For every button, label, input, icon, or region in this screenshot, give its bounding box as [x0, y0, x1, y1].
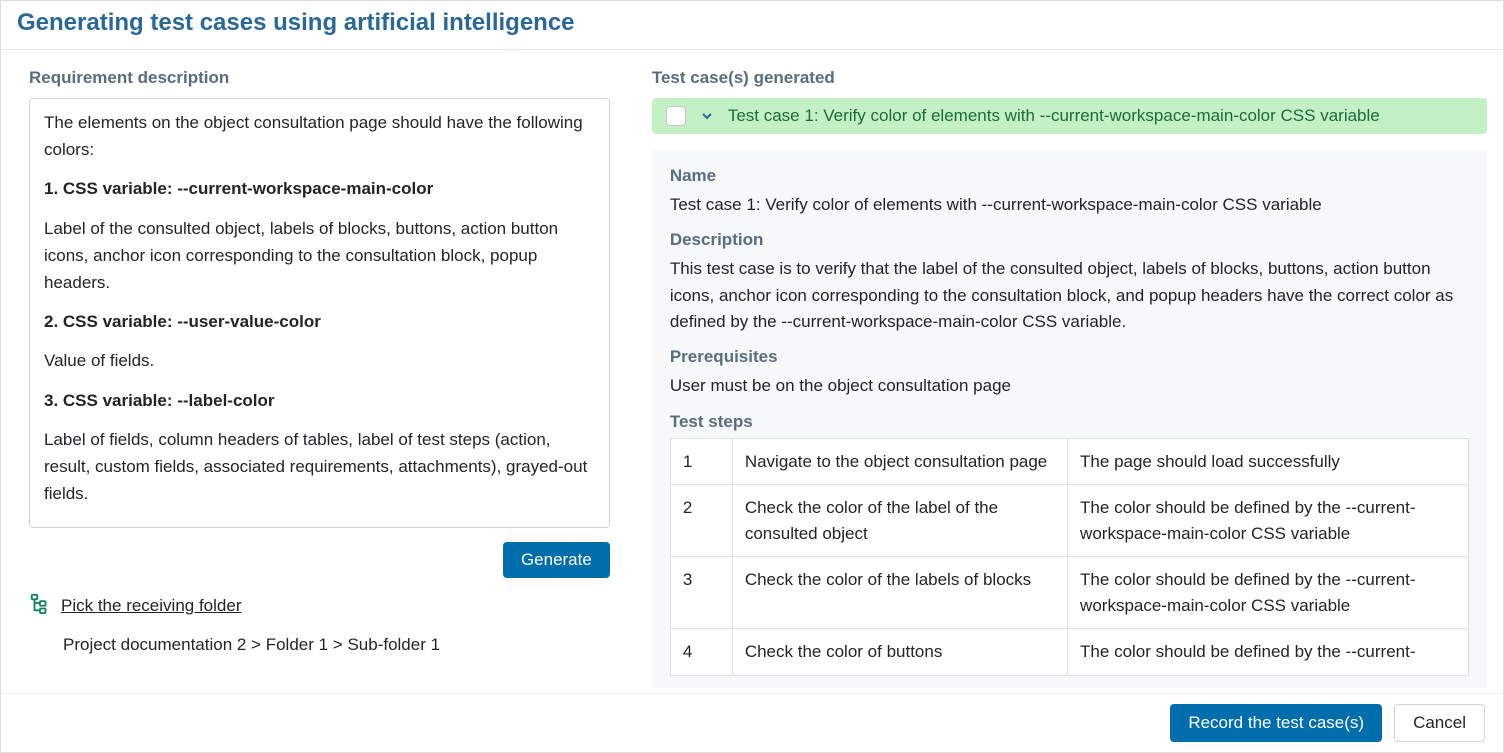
record-test-cases-button[interactable]: Record the test case(s): [1170, 704, 1382, 742]
tc-description-label: Description: [670, 230, 1469, 250]
step-number: 3: [670, 557, 732, 629]
left-column: Requirement description The elements on …: [1, 50, 632, 693]
table-row: 3Check the color of the labels of blocks…: [670, 557, 1468, 629]
step-action: Navigate to the object consultation page: [732, 438, 1067, 485]
dialog-title: Generating test cases using artificial i…: [17, 9, 1487, 37]
folder-section: Pick the receiving folder Project docume…: [29, 592, 610, 655]
tc-prerequisites-value: User must be on the object consultation …: [670, 373, 1469, 399]
requirement-description-textarea[interactable]: The elements on the object consultation …: [29, 98, 610, 528]
test-case-header-title: Test case 1: Verify color of elements wi…: [728, 106, 1380, 126]
req-item1-body: Label of the consulted object, labels of…: [44, 215, 595, 297]
generate-button[interactable]: Generate: [503, 542, 610, 578]
step-number: 2: [670, 485, 732, 557]
step-expected: The color should be defined by the --cur…: [1068, 629, 1469, 676]
step-action: Check the color of the label of the cons…: [732, 485, 1067, 557]
test-steps-table: 1Navigate to the object consultation pag…: [670, 438, 1469, 676]
step-number: 4: [670, 629, 732, 676]
ai-test-case-dialog: Generating test cases using artificial i…: [0, 0, 1504, 753]
req-item2-title: 2. CSS variable: --user-value-color: [44, 312, 321, 331]
tc-test-steps-label: Test steps: [670, 412, 1469, 432]
tc-name-value: Test case 1: Verify color of elements wi…: [670, 192, 1469, 218]
req-item1-title: 1. CSS variable: --current-workspace-mai…: [44, 179, 433, 198]
right-column: Test case(s) generated Test case 1: Veri…: [632, 50, 1503, 693]
tc-prerequisites-label: Prerequisites: [670, 347, 1469, 367]
req-intro-text: The elements on the object consultation …: [44, 109, 595, 163]
step-expected: The page should load successfully: [1068, 438, 1469, 485]
table-row: 4Check the color of buttonsThe color sho…: [670, 629, 1468, 676]
folder-path-breadcrumb: Project documentation 2 > Folder 1 > Sub…: [63, 635, 610, 655]
step-action: Check the color of the labels of blocks: [732, 557, 1067, 629]
requirement-description-label: Requirement description: [29, 68, 610, 88]
step-expected: The color should be defined by the --cur…: [1068, 485, 1469, 557]
step-action: Check the color of buttons: [732, 629, 1067, 676]
table-row: 1Navigate to the object consultation pag…: [670, 438, 1468, 485]
test-case-header[interactable]: Test case 1: Verify color of elements wi…: [652, 98, 1487, 134]
dialog-footer: Record the test case(s) Cancel: [1, 693, 1503, 752]
dialog-header: Generating test cases using artificial i…: [1, 1, 1503, 50]
test-cases-generated-label: Test case(s) generated: [652, 68, 1487, 88]
collapse-icon[interactable]: [698, 107, 716, 125]
step-expected: The color should be defined by the --cur…: [1068, 557, 1469, 629]
req-item2-body: Value of fields.: [44, 347, 595, 374]
pick-receiving-folder-link[interactable]: Pick the receiving folder: [61, 596, 241, 616]
req-item3-body: Label of fields, column headers of table…: [44, 426, 595, 508]
test-case-detail-panel: Name Test case 1: Verify color of elemen…: [652, 150, 1487, 688]
folder-link-row: Pick the receiving folder: [29, 592, 610, 619]
dialog-body: Requirement description The elements on …: [1, 50, 1503, 693]
test-case-checkbox[interactable]: [666, 106, 686, 126]
table-row: 2Check the color of the label of the con…: [670, 485, 1468, 557]
folder-tree-icon: [29, 592, 51, 619]
step-number: 1: [670, 438, 732, 485]
tc-name-label: Name: [670, 166, 1469, 186]
req-item3-title: 3. CSS variable: --label-color: [44, 391, 275, 410]
generate-row: Generate: [29, 542, 610, 578]
cancel-button[interactable]: Cancel: [1394, 704, 1485, 742]
tc-description-value: This test case is to verify that the lab…: [670, 256, 1469, 335]
